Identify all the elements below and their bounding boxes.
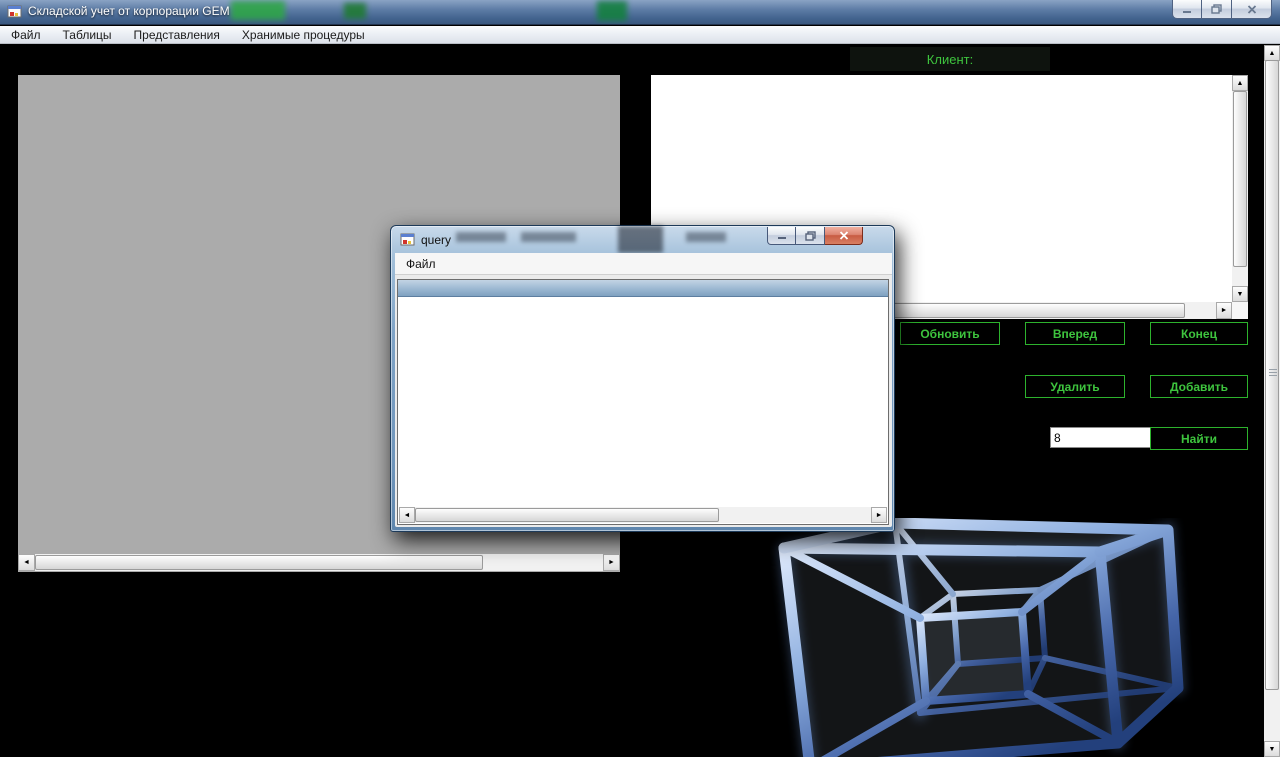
scroll-down-button[interactable]: ▼: [1232, 286, 1248, 302]
scroll-down-icon: ▼: [1237, 291, 1244, 298]
scroll-down-icon: ▼: [1269, 746, 1276, 753]
close-icon: [1247, 5, 1257, 14]
desktop-glow: [231, 1, 285, 20]
main-titlebar[interactable]: Складской учет от корпорации GEM: [0, 0, 1280, 25]
scroll-up-icon: ▲: [1237, 80, 1244, 87]
query-client-area: Файл ◄ ►: [395, 253, 892, 527]
refresh-button[interactable]: Обновить: [900, 322, 1000, 345]
glass-ghost: [456, 232, 506, 242]
scroll-right-button[interactable]: ►: [1216, 302, 1232, 319]
scroll-left-icon: ◄: [404, 512, 411, 519]
delete-button[interactable]: Удалить: [1025, 375, 1125, 398]
close-icon: [839, 231, 849, 240]
scroll-thumb[interactable]: [1265, 60, 1279, 690]
scroll-right-icon: ►: [1221, 307, 1228, 314]
scroll-down-button[interactable]: ▼: [1264, 741, 1280, 757]
restore-button[interactable]: [1202, 0, 1232, 19]
restore-icon: [805, 231, 816, 241]
query-restore-button[interactable]: [796, 227, 825, 245]
menu-file[interactable]: Файл: [0, 26, 52, 43]
scroll-right-button[interactable]: ►: [871, 507, 887, 523]
info-grid-vscrollbar[interactable]: ▲ ▼: [1232, 75, 1248, 302]
main-menubar: Файл Таблицы Представления Хранимые проц…: [0, 26, 1280, 44]
query-results-grid[interactable]: [398, 298, 888, 504]
thumb-gripper: [1269, 369, 1277, 376]
query-minimize-button[interactable]: [767, 227, 796, 245]
scroll-up-button[interactable]: ▲: [1232, 75, 1248, 91]
client-label: Клиент:: [850, 47, 1050, 71]
find-input[interactable]: [1050, 427, 1151, 448]
forward-button[interactable]: Вперед: [1025, 322, 1125, 345]
desktop-glow: [344, 3, 366, 19]
add-button[interactable]: Добавить: [1150, 375, 1248, 398]
restore-icon: [1211, 4, 1222, 14]
main-vscrollbar[interactable]: ▲ ▼: [1264, 45, 1280, 757]
find-button[interactable]: Найти: [1150, 427, 1248, 450]
scroll-thumb[interactable]: [415, 508, 719, 522]
glass-ghost: [521, 232, 576, 242]
query-grid-hscrollbar[interactable]: ◄ ►: [399, 507, 887, 523]
query-grid-caption: [398, 280, 888, 297]
query-window[interactable]: query Файл ◄ ►: [390, 225, 895, 532]
menu-views[interactable]: Представления: [123, 26, 231, 43]
query-window-icon: [400, 232, 416, 248]
query-menubar: Файл: [395, 253, 892, 275]
end-button[interactable]: Конец: [1150, 322, 1248, 345]
query-titlebar[interactable]: query: [391, 226, 894, 253]
window-title: Складской учет от корпорации GEM: [28, 4, 230, 18]
scroll-thumb[interactable]: [1233, 91, 1247, 267]
desktop: { "window": { "title": "Складской учет о…: [0, 0, 1280, 757]
scroll-up-button[interactable]: ▲: [1264, 45, 1280, 61]
clients-grid-hscrollbar[interactable]: ◄ ►: [18, 554, 620, 571]
scroll-thumb[interactable]: [35, 555, 483, 570]
query-menu-file[interactable]: Файл: [395, 253, 447, 274]
query-close-button[interactable]: [825, 227, 863, 245]
scroll-left-icon: ◄: [23, 559, 30, 566]
scroll-right-button[interactable]: ►: [603, 554, 620, 571]
minimize-icon: [777, 231, 787, 240]
minimize-button[interactable]: [1172, 0, 1202, 19]
scroll-left-button[interactable]: ◄: [18, 554, 35, 571]
query-window-title: query: [421, 233, 451, 247]
scroll-left-button[interactable]: ◄: [399, 507, 415, 523]
hypercube-image: [770, 518, 1264, 757]
scroll-right-icon: ►: [876, 512, 883, 519]
scrollbar-corner: [1232, 302, 1248, 319]
app-icon: [7, 4, 23, 20]
scroll-up-icon: ▲: [1269, 50, 1276, 57]
menu-tables[interactable]: Таблицы: [52, 26, 123, 43]
close-button[interactable]: [1232, 0, 1272, 19]
glass-ghost: [618, 226, 663, 253]
minimize-icon: [1182, 5, 1192, 14]
menu-stored-procedures[interactable]: Хранимые процедуры: [231, 26, 376, 43]
glass-ghost: [686, 232, 726, 242]
scroll-right-icon: ►: [608, 559, 615, 566]
query-grid-frame: ◄ ►: [397, 279, 889, 525]
desktop-glow: [597, 1, 627, 21]
